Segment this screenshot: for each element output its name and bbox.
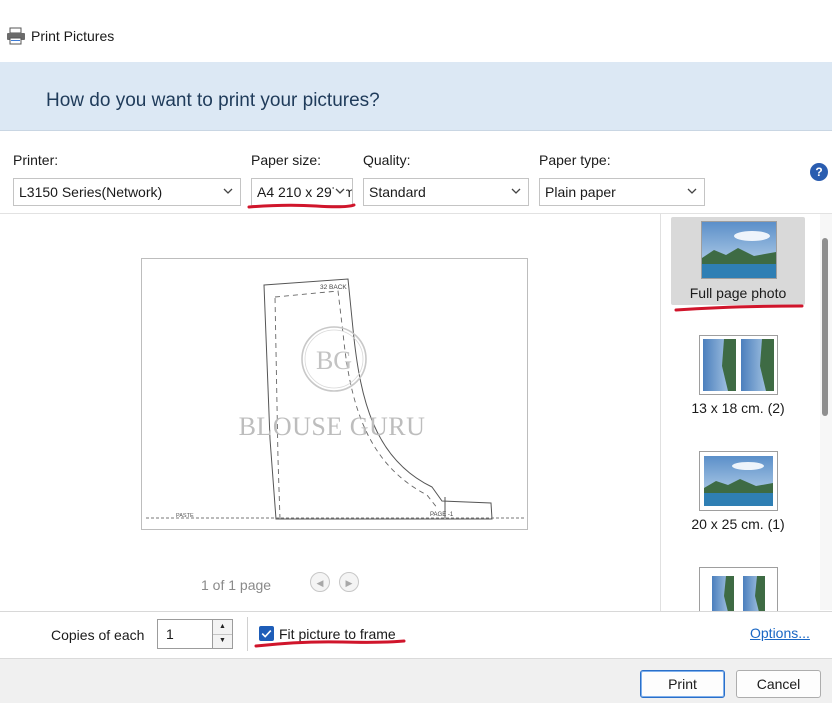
divider bbox=[247, 617, 248, 651]
paper-type-select-value: Plain paper bbox=[545, 184, 616, 200]
copies-input[interactable]: 1 bbox=[157, 619, 213, 649]
pattern-top-label: 32 BACK bbox=[320, 284, 347, 291]
quality-select-value: Standard bbox=[369, 184, 426, 200]
close-button[interactable]: × bbox=[800, 0, 828, 8]
printer-label: Printer: bbox=[13, 152, 59, 168]
quality-label: Quality: bbox=[363, 152, 411, 168]
paper-size-label: Paper size: bbox=[251, 152, 322, 168]
help-icon[interactable]: ? bbox=[810, 163, 828, 181]
layout-label: 20 x 25 cm. (1) bbox=[691, 516, 785, 532]
pattern-right-label: PAGE -1 bbox=[430, 512, 454, 518]
chevron-down-icon bbox=[511, 188, 521, 194]
printer-select-value: L3150 Series(Network) bbox=[19, 184, 163, 200]
spin-up-icon[interactable]: ▲ bbox=[213, 620, 232, 635]
portrait-pair-thumbnail bbox=[699, 335, 778, 395]
chevron-left-icon: ◀ bbox=[316, 578, 324, 588]
page-title: How do you want to print your pictures? bbox=[46, 90, 380, 111]
chevron-down-icon bbox=[334, 185, 346, 197]
printer-icon bbox=[6, 27, 26, 45]
paper-type-label: Paper type: bbox=[539, 152, 611, 168]
layout-item-20x25[interactable]: 20 x 25 cm. (1) bbox=[671, 449, 805, 537]
landscape-thumbnail bbox=[701, 221, 777, 279]
chevron-right-icon: ▶ bbox=[345, 578, 353, 588]
annotation-underline bbox=[674, 304, 804, 312]
brand-mark: BG bbox=[316, 346, 352, 375]
preview-image: BG BLOUSE GURU 32 BACK PASTE PAGE -1 bbox=[141, 258, 528, 530]
spin-down-icon[interactable]: ▼ bbox=[213, 634, 232, 648]
watermark-text: BLOUSE GURU bbox=[239, 412, 426, 441]
landscape-thumbnail bbox=[699, 451, 778, 511]
title-bar bbox=[0, 0, 832, 62]
cancel-button[interactable]: Cancel bbox=[736, 670, 821, 698]
options-link[interactable]: Options... bbox=[750, 625, 810, 641]
chevron-down-icon bbox=[687, 188, 697, 194]
layout-label: 13 x 18 cm. (2) bbox=[691, 400, 785, 416]
paper-type-select[interactable]: Plain paper bbox=[539, 178, 705, 206]
portrait-pair-thumbnail bbox=[699, 567, 778, 611]
quality-select[interactable]: Standard bbox=[363, 178, 529, 206]
layout-item-13x18[interactable]: 13 x 18 cm. (2) bbox=[671, 333, 805, 421]
chevron-down-icon bbox=[223, 188, 233, 194]
prev-page-button[interactable]: ◀ bbox=[310, 572, 330, 592]
layout-label: Full page photo bbox=[689, 285, 787, 301]
scrollbar-thumb[interactable] bbox=[822, 238, 828, 416]
copies-label: Copies of each bbox=[51, 627, 145, 643]
layout-item-partial[interactable] bbox=[671, 565, 805, 611]
window-title: Print Pictures bbox=[31, 28, 115, 44]
pattern-left-label: PASTE bbox=[176, 513, 194, 519]
next-page-button[interactable]: ▶ bbox=[339, 572, 359, 592]
print-button[interactable]: Print bbox=[640, 670, 725, 698]
printer-select[interactable]: L3150 Series(Network) bbox=[13, 178, 241, 206]
copies-stepper[interactable]: ▲ ▼ bbox=[213, 619, 233, 649]
annotation-underline bbox=[247, 203, 356, 209]
annotation-underline bbox=[254, 639, 406, 648]
layout-item-full-page-photo[interactable]: Full page photo bbox=[671, 217, 805, 305]
page-counter: 1 of 1 page bbox=[201, 577, 272, 593]
